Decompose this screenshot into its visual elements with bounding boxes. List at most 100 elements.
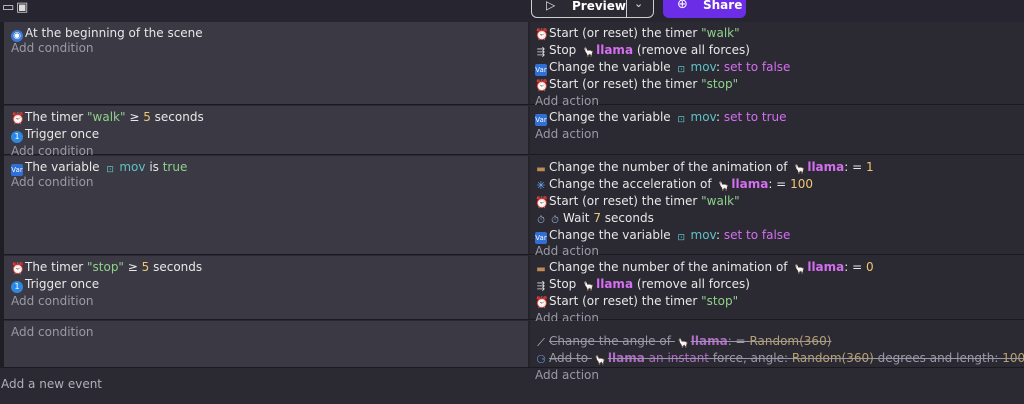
- line-text: Stop 🦙 llama (remove all forces): [549, 43, 750, 58]
- text-segment: :: [715, 60, 724, 74]
- line-text: Change the acceleration of 🦙 llama: = 100: [549, 177, 813, 192]
- text-segment: "walk": [701, 194, 740, 208]
- line-text: Start (or reset) the timer "walk": [549, 194, 740, 208]
- text-segment: : =: [844, 160, 866, 174]
- trigger-once-icon: 1: [11, 281, 23, 293]
- text-segment: Change the variable: [549, 60, 675, 74]
- action-item[interactable]: ⏰Start (or reset) the timer "stop": [535, 293, 738, 310]
- add-condition-button[interactable]: Add condition: [11, 324, 94, 341]
- add-action-button[interactable]: Add action: [535, 126, 599, 143]
- text-segment: Change the acceleration of: [549, 177, 716, 191]
- line-text: Trigger once: [25, 127, 100, 141]
- action-item[interactable]: ⏰Start (or reset) the timer "walk": [535, 193, 740, 210]
- line-text: The variable ⊡ mov is true: [25, 160, 188, 175]
- conditions-panel: ◉ At the beginning of the scene Add condit…: [4, 22, 530, 104]
- action-item[interactable]: ⇶ Stop 🦙 llama (remove all forces): [535, 42, 750, 59]
- share-button[interactable]: ⊕ Share: [663, 0, 746, 18]
- line-text: Start (or reset) the timer "stop": [549, 77, 738, 91]
- text-segment: Random(360): [791, 351, 874, 365]
- actions-panel: ⟋ Change the angle of 🦙 llama: = Random(36…: [532, 321, 1024, 382]
- action-item[interactable]: Var Change the variable ⊡ mov: set to fals…: [535, 227, 790, 244]
- llama-object-icon: 🦙: [594, 356, 607, 366]
- line-text: Change the variable ⊡ mov: set to false: [549, 60, 791, 75]
- text-segment: : =: [768, 177, 791, 191]
- text-segment: "walk": [701, 26, 740, 40]
- action-item[interactable]: ⚆ Add to 🦙 llama an instant force, angle: …: [535, 350, 1024, 367]
- variable-icon: Var: [535, 114, 547, 126]
- text-segment: Change the variable: [549, 228, 675, 242]
- text-segment: : =: [727, 334, 750, 348]
- preview-button[interactable]: ▷ Preview ⌄: [531, 0, 654, 18]
- add-condition-button[interactable]: Add condition: [11, 174, 94, 191]
- text-segment: The timer: [25, 110, 87, 124]
- conditions-panel: ⏰The timer "walk" ≥ 5 seconds 1 Trigger on…: [4, 106, 530, 158]
- chevron-down-icon[interactable]: ⌄: [634, 0, 643, 10]
- text-segment: "stop": [701, 77, 739, 91]
- condition-item[interactable]: 1 Trigger once: [11, 126, 99, 143]
- line-text: Change the variable ⊡ mov: set to false: [549, 228, 790, 243]
- text-segment: mov: [690, 60, 716, 74]
- timer-icon: ⏰: [11, 262, 25, 275]
- forces-icon: ⇶: [536, 281, 546, 292]
- line-text: At the beginning of the scene: [25, 26, 203, 40]
- text-segment: 100: [1002, 351, 1024, 365]
- text-segment: degrees and length:: [873, 351, 1003, 365]
- action-item[interactable]: ⏱ ⏱ Wait 7 seconds: [535, 210, 654, 227]
- text-segment: Add to: [549, 351, 592, 365]
- text-segment: Start (or reset) the timer: [549, 77, 702, 91]
- line-text: Change the variable ⊡ mov: set to true: [549, 110, 787, 125]
- action-item[interactable]: ⟋ Change the angle of 🦙 llama: = Random(36…: [535, 333, 831, 350]
- text-segment: 5: [143, 110, 151, 124]
- text-segment: Change the angle of: [549, 334, 675, 348]
- text-segment: Start (or reset) the timer: [549, 194, 702, 208]
- add-condition-button[interactable]: Add condition: [11, 293, 94, 310]
- text-segment: Stop: [549, 43, 581, 57]
- forces-icon: ⇶: [536, 47, 546, 58]
- text-segment: true: [162, 160, 188, 174]
- action-item[interactable]: ⏰Start (or reset) the timer "stop": [535, 76, 738, 93]
- action-item[interactable]: Var Change the variable ⊡ mov: set to true: [535, 109, 787, 126]
- text-segment: : =: [844, 260, 866, 274]
- conditions-panel: Add condition: [4, 321, 530, 367]
- line-text: Change the number of the animation of 🦙 l…: [549, 160, 874, 175]
- text-segment: ≥: [125, 110, 144, 124]
- text-segment: :: [715, 228, 724, 242]
- action-item[interactable]: ▬ Change the number of the animation of 🦙…: [535, 159, 874, 176]
- add-new-event-button[interactable]: Add a new event: [1, 377, 102, 391]
- condition-item[interactable]: ⏰The timer "walk" ≥ 5 seconds: [11, 109, 204, 126]
- acceleration-icon: ✳: [536, 179, 546, 192]
- text-segment: Change the number of the animation of: [549, 260, 792, 274]
- variable-ref-icon: ⊡: [677, 65, 686, 75]
- text-segment: (remove all forces): [633, 43, 750, 57]
- action-item[interactable]: ⏰Start (or reset) the timer "walk": [535, 25, 740, 42]
- text-segment: Change the number of the animation of: [549, 160, 792, 174]
- animation-icon: ▬: [536, 264, 546, 275]
- save-icon[interactable]: ▣: [16, 0, 28, 15]
- text-segment: 7: [593, 211, 601, 225]
- action-item[interactable]: ✳ Change the acceleration of 🦙 llama: = 10…: [535, 176, 813, 193]
- actions-panel: Var Change the variable ⊡ mov: set to true…: [532, 106, 1024, 154]
- text-segment: Stop: [549, 277, 581, 291]
- text-segment: llama: [807, 160, 845, 174]
- add-condition-button[interactable]: Add condition: [11, 40, 94, 57]
- menu-icon[interactable]: ▭: [2, 0, 14, 15]
- action-item[interactable]: ▬ Change the number of the animation of 🦙…: [535, 259, 873, 276]
- text-segment: set to false: [723, 60, 791, 74]
- condition-item[interactable]: 1 Trigger once: [11, 276, 99, 293]
- action-item[interactable]: ⇶ Stop 🦙 llama (remove all forces): [535, 276, 750, 293]
- line-text: Stop 🦙 llama (remove all forces): [549, 277, 750, 292]
- variable-ref-icon: ⊡: [106, 165, 114, 175]
- text-segment: "stop": [87, 260, 124, 274]
- add-action-button[interactable]: Add action: [535, 367, 599, 384]
- timer-icon: ⏰: [535, 296, 549, 309]
- timer-icon: ⏰: [535, 28, 549, 41]
- action-item[interactable]: Var Change the variable ⊡ mov: set to fals…: [535, 59, 790, 76]
- condition-item[interactable]: ⏰The timer "stop" ≥ 5 seconds: [11, 259, 202, 276]
- stopwatch-icon: ⏱: [551, 215, 559, 226]
- text-segment: seconds: [149, 260, 203, 274]
- text-segment: Start (or reset) the timer: [549, 294, 702, 308]
- event-row: ⏰The timer "walk" ≥ 5 seconds 1 Trigger on…: [4, 106, 1024, 158]
- share-label: Share: [703, 0, 743, 12]
- text-segment: mov: [119, 160, 146, 174]
- globe-icon: ⊕: [677, 0, 688, 12]
